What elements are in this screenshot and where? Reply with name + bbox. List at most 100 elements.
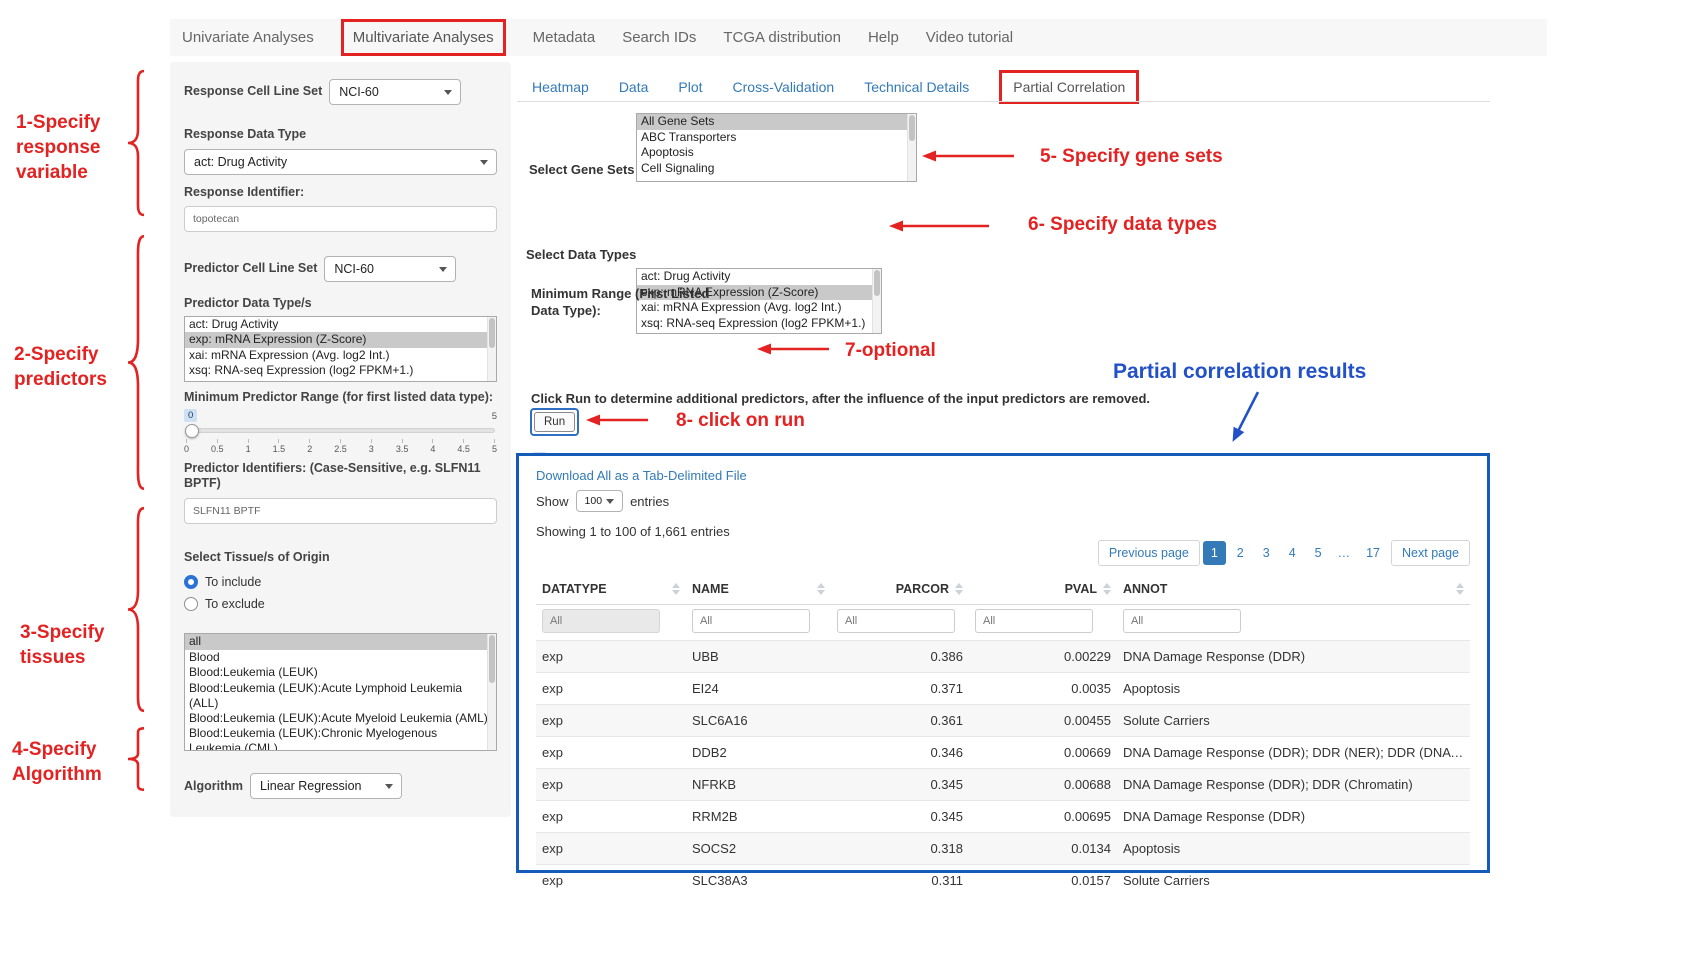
page-number-active[interactable]: 1 bbox=[1203, 541, 1226, 565]
scrollbar[interactable] bbox=[872, 269, 881, 333]
list-item[interactable]: Blood:Leukemia (LEUK) bbox=[185, 665, 496, 681]
nav-item-univariate-analyses[interactable]: Univariate Analyses bbox=[182, 29, 314, 46]
column-label: ANNOT bbox=[1123, 582, 1167, 596]
next-page-button[interactable]: Next page bbox=[1391, 540, 1470, 566]
annotation-step1: 1-Specify response variable bbox=[16, 110, 128, 185]
nav-item-multivariate-analyses[interactable]: Multivariate Analyses bbox=[341, 19, 506, 56]
scrollbar[interactable] bbox=[907, 114, 916, 181]
cell-parcor: 0.386 bbox=[831, 641, 969, 673]
filter-input-datatype[interactable] bbox=[542, 609, 660, 633]
nav-item-video-tutorial[interactable]: Video tutorial bbox=[926, 29, 1013, 46]
column-header-annot[interactable]: ANNOT bbox=[1117, 574, 1470, 605]
column-header-parcor[interactable]: PARCOR bbox=[831, 574, 969, 605]
list-item-selected[interactable]: All Gene Sets bbox=[637, 114, 916, 130]
predictor-identifiers-input[interactable] bbox=[184, 498, 497, 524]
annotation-step3: 3-Specify tissues bbox=[20, 620, 120, 670]
list-item[interactable]: act: Drug Activity bbox=[637, 269, 881, 285]
response-cell-line-set-select[interactable]: NCI-60 bbox=[329, 79, 461, 105]
list-item[interactable]: Blood:Leukemia (LEUK):Chronic Myelogenou… bbox=[185, 726, 496, 752]
column-header-datatype[interactable]: DATATYPE bbox=[536, 574, 686, 605]
nav-item-tcga-distribution[interactable]: TCGA distribution bbox=[723, 29, 841, 46]
slider-max-label: 5 bbox=[492, 411, 497, 422]
arrow-step6 bbox=[889, 219, 989, 233]
list-item[interactable]: act: Drug Activity bbox=[185, 317, 496, 333]
tick-label: 1 bbox=[246, 439, 251, 454]
sidebar-form: Response Cell Line Set NCI-60 Response D… bbox=[170, 62, 511, 817]
show-entries-select[interactable]: 100 bbox=[576, 490, 624, 512]
scrollbar-thumb[interactable] bbox=[909, 115, 915, 141]
scrollbar-thumb[interactable] bbox=[489, 318, 495, 348]
sort-icon[interactable] bbox=[1456, 583, 1464, 595]
slider-track[interactable] bbox=[186, 428, 495, 433]
list-item[interactable]: Cell Signaling bbox=[637, 161, 916, 177]
tab-data[interactable]: Data bbox=[619, 79, 649, 95]
list-item[interactable]: xai: mRNA Expression (Avg. log2 Int.) bbox=[185, 348, 496, 364]
predictor-data-types-label: Predictor Data Type/s bbox=[184, 296, 497, 312]
sort-icon[interactable] bbox=[817, 583, 825, 595]
filter-input-annot[interactable] bbox=[1123, 609, 1241, 633]
list-item[interactable]: ABC Transporters bbox=[637, 130, 916, 146]
response-identifier-input[interactable] bbox=[184, 206, 497, 232]
exclude-radio[interactable] bbox=[184, 597, 198, 611]
filter-input-parcor[interactable] bbox=[837, 609, 955, 633]
algorithm-value: Linear Regression bbox=[260, 779, 361, 793]
table-row: exp RRM2B 0.345 0.00695 DNA Damage Respo… bbox=[536, 801, 1470, 833]
predictor-cell-line-set-select[interactable]: NCI-60 bbox=[324, 256, 456, 282]
filter-input-pval[interactable] bbox=[975, 609, 1093, 633]
list-item[interactable]: Blood:Leukemia (LEUK):Acute Lymphoid Leu… bbox=[185, 681, 496, 711]
scrollbar[interactable] bbox=[487, 317, 496, 381]
algorithm-label: Algorithm bbox=[184, 779, 243, 795]
tab-technical-details[interactable]: Technical Details bbox=[864, 79, 969, 95]
response-data-type-select[interactable]: act: Drug Activity bbox=[184, 149, 497, 175]
cell-parcor: 0.311 bbox=[831, 865, 969, 897]
scrollbar-thumb[interactable] bbox=[874, 270, 880, 296]
tissues-listbox: all Blood Blood:Leukemia (LEUK) Blood:Le… bbox=[184, 633, 497, 751]
run-button-highlight: Run bbox=[530, 408, 579, 436]
algorithm-select[interactable]: Linear Regression bbox=[250, 773, 402, 799]
nav-item-metadata[interactable]: Metadata bbox=[533, 29, 596, 46]
scrollbar-thumb[interactable] bbox=[489, 635, 495, 683]
column-header-pval[interactable]: PVAL bbox=[969, 574, 1117, 605]
page-number[interactable]: 4 bbox=[1281, 541, 1304, 565]
annotation-step7: 7-optional bbox=[845, 338, 936, 363]
entries-label: entries bbox=[630, 494, 669, 509]
previous-page-button[interactable]: Previous page bbox=[1098, 540, 1200, 566]
nav-item-help[interactable]: Help bbox=[868, 29, 899, 46]
list-item[interactable]: Blood:Leukemia (LEUK):Acute Myeloid Leuk… bbox=[185, 711, 496, 726]
chevron-down-icon bbox=[444, 90, 452, 95]
run-button[interactable]: Run bbox=[534, 412, 575, 432]
tab-plot[interactable]: Plot bbox=[678, 79, 702, 95]
scrollbar[interactable] bbox=[487, 634, 496, 750]
list-item[interactable]: Blood bbox=[185, 650, 496, 666]
nav-item-search-ids[interactable]: Search IDs bbox=[622, 29, 696, 46]
include-radio[interactable] bbox=[184, 575, 198, 589]
slider-handle[interactable] bbox=[185, 424, 199, 438]
table-row: exp SOCS2 0.318 0.0134 Apoptosis bbox=[536, 833, 1470, 865]
show-entries-value: 100 bbox=[585, 495, 603, 507]
cell-annot: Apoptosis bbox=[1117, 673, 1470, 705]
cell-pval: 0.00688 bbox=[969, 769, 1117, 801]
page-number[interactable]: 3 bbox=[1255, 541, 1278, 565]
list-item[interactable]: xsq: RNA-seq Expression (log2 FPKM+1.) bbox=[185, 363, 496, 379]
cell-parcor: 0.345 bbox=[831, 801, 969, 833]
list-item-selected[interactable]: all bbox=[185, 634, 496, 650]
sort-icon[interactable] bbox=[672, 583, 680, 595]
show-label: Show bbox=[536, 494, 569, 509]
run-instructions: Click Run to determine additional predic… bbox=[531, 391, 1150, 408]
download-link[interactable]: Download All as a Tab-Delimited File bbox=[536, 468, 747, 483]
filter-input-name[interactable] bbox=[692, 609, 810, 633]
tick-label: 4 bbox=[430, 439, 435, 454]
column-header-name[interactable]: NAME bbox=[686, 574, 831, 605]
list-item-selected[interactable]: exp: mRNA Expression (Z-Score) bbox=[185, 332, 496, 348]
sort-icon[interactable] bbox=[1103, 583, 1111, 595]
page-number[interactable]: 5 bbox=[1307, 541, 1330, 565]
sort-icon[interactable] bbox=[955, 583, 963, 595]
tab-cross-validation[interactable]: Cross-Validation bbox=[733, 79, 835, 95]
tab-partial-correlation[interactable]: Partial Correlation bbox=[999, 70, 1139, 104]
page-number[interactable]: 2 bbox=[1229, 541, 1252, 565]
tick-label: 5 bbox=[492, 439, 497, 454]
tick-label: 3.5 bbox=[396, 439, 409, 454]
page-number[interactable]: 17 bbox=[1358, 541, 1388, 565]
tab-heatmap[interactable]: Heatmap bbox=[532, 79, 589, 95]
list-item[interactable]: Apoptosis bbox=[637, 145, 916, 161]
